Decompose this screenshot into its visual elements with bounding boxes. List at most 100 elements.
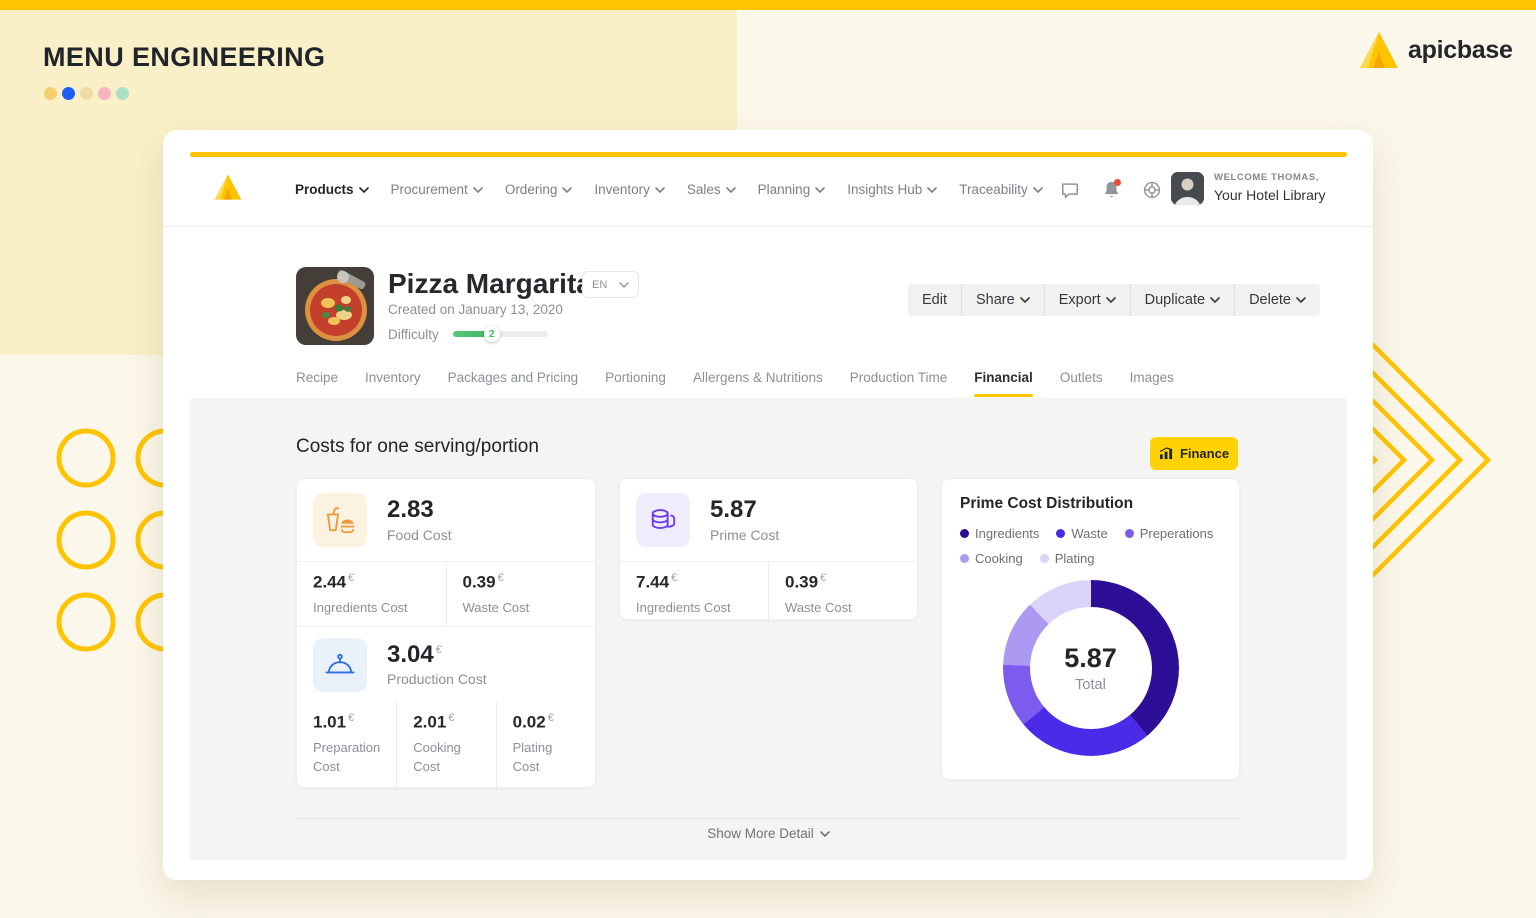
nav-icons <box>1059 179 1163 201</box>
notification-bell-icon[interactable] <box>1100 179 1122 201</box>
section-heading: Costs for one serving/portion <box>296 436 539 457</box>
tab-portioning[interactable]: Portioning <box>605 370 666 397</box>
user-welcome: WELCOME THOMAS, <box>1214 172 1320 183</box>
tab-images[interactable]: Images <box>1130 370 1174 397</box>
avatar[interactable] <box>1171 172 1204 205</box>
nav-divider <box>163 226 1373 227</box>
finance-button[interactable]: Finance <box>1150 437 1238 470</box>
stat-waste-cost: 0.39 € Waste Cost <box>768 562 917 626</box>
show-more-label: Show More Detail <box>707 826 814 841</box>
donut-center: 5.87 Total <box>1029 607 1152 729</box>
legend-waste: Waste <box>1056 526 1108 541</box>
tab-recipe[interactable]: Recipe <box>296 370 338 397</box>
apicbase-logo-text: apicbase <box>1408 35 1513 64</box>
tab-allergens-nutritions[interactable]: Allergens & Nutritions <box>693 370 823 397</box>
decorative-dots <box>44 87 129 100</box>
stat-waste-cost: 0.39 € Waste Cost <box>445 562 596 626</box>
help-buoy-icon[interactable] <box>1141 179 1163 201</box>
donut-total-label: Total <box>1075 677 1106 693</box>
decorative-dot <box>98 87 111 100</box>
chevron-down-icon <box>819 830 830 837</box>
stat-ingredients-cost: 7.44 € Ingredients Cost <box>636 572 731 615</box>
tab-outlets[interactable]: Outlets <box>1060 370 1103 397</box>
apicbase-logo-icon <box>1360 32 1398 68</box>
difficulty-label: Difficulty <box>388 326 439 342</box>
app-logo-icon[interactable] <box>213 173 243 201</box>
nav-item-inventory[interactable]: Inventory <box>594 182 665 197</box>
food-cost-main: 2.83 Food Cost <box>297 479 595 561</box>
delete-button[interactable]: Delete <box>1234 284 1320 316</box>
prime-cost-value: 5.87 <box>710 496 757 524</box>
production-cost-value: 3.04 <box>387 640 434 668</box>
product-photo <box>296 267 374 345</box>
stat-plating-cost: 0.02 € Plating Cost <box>495 702 595 789</box>
nav-item-ordering[interactable]: Ordering <box>505 182 573 197</box>
food-cost-value: 2.83 <box>387 496 434 524</box>
product-name: Pizza Margarita <box>388 268 592 299</box>
duplicate-button[interactable]: Duplicate <box>1129 284 1234 316</box>
decorative-dot <box>62 87 75 100</box>
prime-cost-breakdown: 7.44 € Ingredients Cost 0.39 € Waste Cost <box>620 562 917 626</box>
chevron-down-icon <box>815 186 826 193</box>
chevron-down-icon <box>1296 297 1306 303</box>
chevron-down-icon <box>1210 297 1220 303</box>
user-library: Your Hotel Library <box>1214 186 1326 203</box>
difficulty-slider[interactable]: 2 <box>452 326 548 342</box>
legend-ingredients: Ingredients <box>960 526 1039 541</box>
production-cost-main: 3.04 € Production Cost <box>297 627 595 702</box>
nav-item-traceability[interactable]: Traceability <box>959 182 1043 197</box>
food-cost-card: 2.83 Food Cost 2.44 € Ingredients Cost 0.… <box>296 478 596 789</box>
donut-total-value: 5.87 <box>1064 643 1117 673</box>
difficulty-row: Difficulty 2 <box>388 326 548 342</box>
edit-button[interactable]: Edit <box>908 284 961 316</box>
finance-button-label: Finance <box>1179 446 1230 461</box>
financial-panel: Costs for one serving/portion Finance 2.… <box>190 398 1347 860</box>
stat-preparation-cost: 1.01 € Preparation Cost <box>313 712 381 775</box>
product-tabs: Recipe Inventory Packages and Pricing Porti… <box>296 370 1174 397</box>
finance-chart-icon <box>1159 447 1173 460</box>
chart-legend: Ingredients Waste Preperations Cooking Plati… <box>960 526 1221 566</box>
tab-inventory[interactable]: Inventory <box>365 370 421 397</box>
language-select[interactable]: EN <box>582 271 639 298</box>
nav-item-sales[interactable]: Sales <box>687 182 736 197</box>
legend-cooking: Cooking <box>960 551 1023 566</box>
share-button[interactable]: Share <box>961 284 1044 316</box>
chevron-down-icon <box>1105 297 1116 303</box>
tab-financial[interactable]: Financial <box>974 370 1033 397</box>
nav-item-products[interactable]: Products <box>295 182 369 197</box>
chevron-down-icon <box>655 186 665 193</box>
notification-dot <box>1114 179 1121 186</box>
tab-packages-and-pricing[interactable]: Packages and Pricing <box>448 370 579 397</box>
nav-item-procurement[interactable]: Procurement <box>391 182 483 197</box>
page-title: MENU ENGINEERING <box>43 42 326 72</box>
window-accent-bar <box>190 152 1347 157</box>
stat-ingredients-cost: 2.44 € Ingredients Cost <box>313 572 408 615</box>
stat-cooking-cost: 2.01 € Cooking Cost <box>396 702 495 789</box>
app-window: Products Procurement Ordering Inventory Sale… <box>163 130 1373 880</box>
chevron-down-icon <box>725 186 736 193</box>
prime-cost-main: 5.87 Prime Cost <box>620 479 917 561</box>
prime-cost-icon <box>636 493 690 547</box>
difficulty-thumb[interactable]: 2 <box>483 326 500 342</box>
chat-icon[interactable] <box>1059 179 1081 201</box>
export-button[interactable]: Export <box>1043 284 1130 316</box>
top-navigation: Products Procurement Ordering Inventory Sale… <box>163 160 1373 227</box>
tab-production-time[interactable]: Production Time <box>850 370 948 397</box>
show-more-button[interactable]: Show More Detail <box>190 826 1347 841</box>
prime-cost-card: 5.87 Prime Cost 7.44 € Ingredients Cost 0… <box>619 478 918 626</box>
production-cost-label: Production Cost <box>387 671 487 688</box>
food-cost-icon <box>313 493 367 547</box>
chevron-down-icon <box>1032 186 1043 193</box>
prime-cost-label: Prime Cost <box>710 526 780 543</box>
chevron-down-icon <box>619 281 629 288</box>
decorative-dot <box>116 87 129 100</box>
chevron-down-icon <box>473 186 483 193</box>
nav-item-insights-hub[interactable]: Insights Hub <box>847 182 938 197</box>
user-block[interactable]: WELCOME THOMAS, Your Hotel Library <box>1214 173 1326 202</box>
legend-preperations: Preperations <box>1124 526 1213 541</box>
footer-divider <box>296 818 1240 819</box>
top-accent-strip <box>0 0 1536 10</box>
apicbase-logo: apicbase <box>1358 30 1513 70</box>
difficulty-track <box>498 331 548 337</box>
nav-item-planning[interactable]: Planning <box>758 182 826 197</box>
